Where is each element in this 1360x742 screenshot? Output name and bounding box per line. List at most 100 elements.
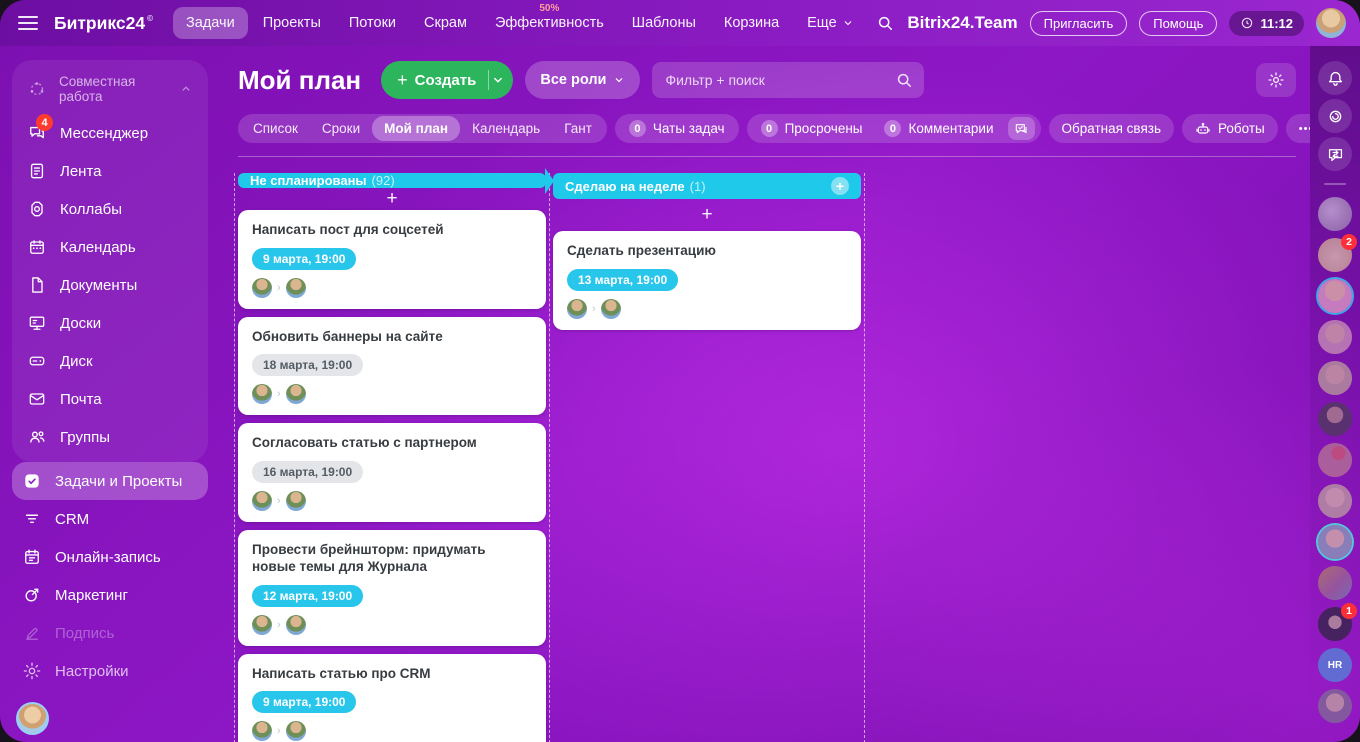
sidebar-item-tasks-projects[interactable]: Задачи и Проекты: [12, 462, 208, 500]
view-tab-gantt[interactable]: Гант: [552, 116, 604, 141]
topbar-tab-projects[interactable]: Проекты: [250, 7, 334, 39]
view-tab-my-plan[interactable]: Мой план: [372, 116, 460, 141]
copilot-button[interactable]: [1318, 99, 1352, 133]
task-card[interactable]: Сделать презентацию 13 марта, 19:00: [553, 231, 861, 330]
avatar[interactable]: [252, 491, 272, 511]
contact-avatar-hr[interactable]: HR: [1318, 648, 1352, 682]
task-card[interactable]: Написать пост для соцсетей 9 марта, 19:0…: [238, 210, 546, 309]
avatar[interactable]: [252, 278, 272, 298]
create-task-button[interactable]: + Создать: [381, 61, 513, 99]
task-card[interactable]: Написать статью про CRM 9 марта, 19:00: [238, 654, 546, 742]
portal-name[interactable]: Bitrix24.Team: [907, 13, 1017, 33]
avatar[interactable]: [567, 299, 587, 319]
sidebar-item-marketing[interactable]: Маркетинг: [12, 576, 208, 614]
more-actions-button[interactable]: •••: [1286, 114, 1310, 143]
avatar[interactable]: [601, 299, 621, 319]
topbar-tab-templates[interactable]: Шаблоны: [619, 7, 709, 39]
chat-transfer-button[interactable]: [1318, 137, 1352, 171]
counter-overdue[interactable]: 0 Просрочены: [750, 120, 874, 137]
search-icon[interactable]: [875, 13, 895, 33]
sidebar-item-sign[interactable]: Подпись: [12, 614, 208, 652]
avatar[interactable]: [252, 615, 272, 635]
board-settings-button[interactable]: [1256, 63, 1296, 97]
feedback-button[interactable]: Обратная связь: [1049, 114, 1174, 143]
messenger-unread-badge: 4: [36, 114, 53, 131]
hamburger-menu-icon[interactable]: [18, 16, 38, 30]
sidebar-item-collabs[interactable]: Коллабы: [17, 190, 203, 228]
sidebar-item-drive[interactable]: Диск: [17, 342, 203, 380]
profile-avatar[interactable]: [16, 702, 49, 735]
sidebar-item-mail[interactable]: Почта: [17, 380, 203, 418]
avatar[interactable]: [286, 384, 306, 404]
time-widget[interactable]: 11:12: [1229, 11, 1304, 36]
chevron-right-icon: [277, 725, 281, 737]
counter-task-chats[interactable]: 0 Чаты задач: [618, 120, 736, 137]
app-logo[interactable]: Битрикс24©: [54, 13, 153, 34]
view-tab-list[interactable]: Список: [241, 116, 310, 141]
add-task-button[interactable]: +: [238, 188, 546, 210]
contact-avatar[interactable]: [1318, 361, 1352, 395]
avatar[interactable]: [286, 721, 306, 741]
avatar[interactable]: [252, 721, 272, 741]
search-icon[interactable]: [894, 70, 914, 90]
view-tab-deadlines[interactable]: Сроки: [310, 116, 372, 141]
contact-avatar[interactable]: [1318, 443, 1352, 477]
add-task-button[interactable]: +: [553, 199, 861, 231]
contact-avatar[interactable]: 1: [1318, 607, 1352, 641]
task-card[interactable]: Обновить баннеры на сайте 18 марта, 19:0…: [238, 317, 546, 416]
sidebar-item-boards[interactable]: Доски: [17, 304, 203, 342]
contact-avatar[interactable]: [1318, 279, 1352, 313]
task-card[interactable]: Согласовать статью с партнером 16 марта,…: [238, 423, 546, 522]
chevron-down-icon[interactable]: [491, 73, 505, 87]
avatar[interactable]: [252, 384, 272, 404]
topbar-tab-efficiency[interactable]: 50% Эффективность: [482, 7, 617, 39]
filter-search-input[interactable]: [652, 62, 924, 98]
sidebar-item-messenger[interactable]: 4 Мессенджер: [17, 114, 203, 152]
task-deadline-badge[interactable]: 9 марта, 19:00: [252, 248, 356, 270]
sidebar-item-calendar[interactable]: Календарь: [17, 228, 203, 266]
task-title: Сделать презентацию: [567, 242, 847, 260]
chat-check-button[interactable]: [1008, 117, 1035, 140]
robots-button[interactable]: Роботы: [1182, 114, 1278, 143]
sidebar-item-documents[interactable]: Документы: [17, 266, 203, 304]
contact-avatar[interactable]: [1318, 525, 1352, 559]
sidebar-item-crm[interactable]: CRM: [12, 500, 208, 538]
contact-avatar[interactable]: [1318, 197, 1352, 231]
topbar-tab-flows[interactable]: Потоки: [336, 7, 409, 39]
contact-avatar[interactable]: [1318, 689, 1352, 723]
topbar-tab-tasks[interactable]: Задачи: [173, 7, 248, 39]
task-card[interactable]: Провести брейншторм: придумать новые тем…: [238, 530, 546, 646]
column-header-unplanned[interactable]: Не спланированы (92): [238, 173, 546, 188]
counter-comments[interactable]: 0 Комментарии: [873, 120, 1004, 137]
task-deadline-badge[interactable]: 16 марта, 19:00: [252, 461, 363, 483]
task-deadline-badge[interactable]: 9 марта, 19:00: [252, 691, 356, 713]
topbar-tab-more[interactable]: Еще: [794, 7, 867, 39]
task-deadline-badge[interactable]: 18 марта, 19:00: [252, 354, 363, 376]
sidebar-item-settings[interactable]: Настройки: [12, 652, 208, 690]
notifications-button[interactable]: [1318, 61, 1352, 95]
sidebar-item-feed[interactable]: Лента: [17, 152, 203, 190]
contact-avatar[interactable]: [1318, 566, 1352, 600]
invite-button[interactable]: Пригласить: [1030, 11, 1128, 36]
task-deadline-badge[interactable]: 13 марта, 19:00: [567, 269, 678, 291]
add-column-button[interactable]: +: [831, 177, 849, 195]
view-tab-calendar[interactable]: Календарь: [460, 116, 552, 141]
avatar[interactable]: [286, 278, 306, 298]
column-header-this-week[interactable]: Сделаю на неделе (1) +: [553, 173, 861, 199]
avatar[interactable]: [286, 491, 306, 511]
contact-avatar[interactable]: [1318, 402, 1352, 436]
sidebar-section-collaboration[interactable]: Совместная работа: [17, 64, 203, 114]
contact-avatar[interactable]: 2: [1318, 238, 1352, 272]
roles-filter-button[interactable]: Все роли: [525, 61, 640, 99]
drive-icon: [27, 351, 47, 371]
task-deadline-badge[interactable]: 12 марта, 19:00: [252, 585, 363, 607]
contact-avatar[interactable]: [1318, 320, 1352, 354]
topbar-tab-recycle-bin[interactable]: Корзина: [711, 7, 792, 39]
contact-avatar[interactable]: [1318, 484, 1352, 518]
sidebar-item-groups[interactable]: Группы: [17, 418, 203, 456]
topbar-tab-scrum[interactable]: Скрам: [411, 7, 480, 39]
avatar[interactable]: [286, 615, 306, 635]
help-button[interactable]: Помощь: [1139, 11, 1217, 36]
sidebar-item-online-booking[interactable]: Онлайн-запись: [12, 538, 208, 576]
user-avatar[interactable]: [1316, 8, 1346, 38]
